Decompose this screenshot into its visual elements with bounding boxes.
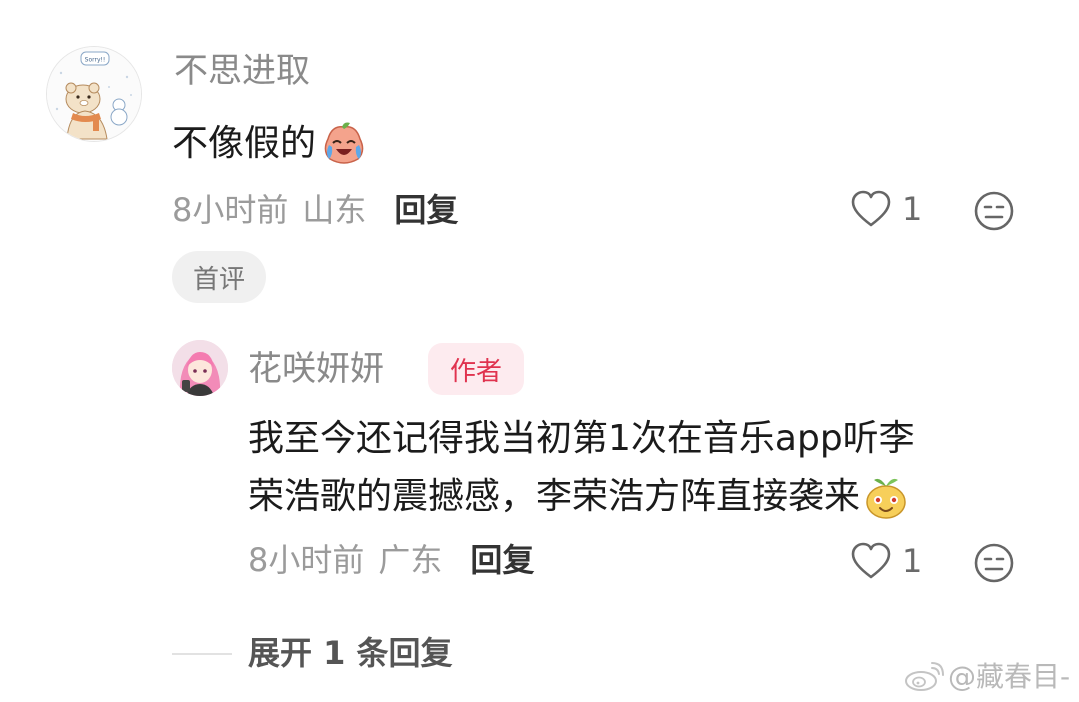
weibo-logo-icon [904, 662, 944, 692]
comment-like-count: 1 [902, 190, 923, 228]
dislike-icon[interactable] [973, 190, 1015, 232]
anime-girl-avatar-illustration [172, 340, 228, 396]
replier-username[interactable]: 花咲妍妍 [248, 352, 384, 386]
replier-avatar[interactable] [172, 340, 228, 396]
reply-text-line-2-row: 荣浩歌的震撼感，李荣浩方阵直接袭来 [248, 474, 908, 520]
weibo-watermark: @藏春目- [904, 662, 1070, 692]
heart-icon [850, 542, 892, 580]
avatar-caption: Sorry!! [85, 57, 106, 64]
smiling-sprout-emoji-icon [864, 474, 908, 520]
watermark-text: @藏春目- [948, 660, 1071, 693]
comment-time: 8小时前 [172, 191, 289, 229]
reply-text-line-2: 荣浩歌的震撼感，李荣浩方阵直接袭来 [248, 476, 861, 517]
reply-location: 广东 [378, 541, 443, 579]
comment-text: 不像假的 [172, 123, 317, 164]
heart-icon [850, 190, 892, 228]
comment-body: 不像假的 [172, 121, 368, 167]
expand-replies-button[interactable]: 展开 1 条回复 [248, 637, 453, 669]
dislike-icon[interactable] [973, 542, 1015, 584]
commenter-username[interactable]: 不思进取 [174, 54, 310, 88]
reply-like-count: 1 [902, 542, 923, 580]
expand-divider [172, 653, 232, 655]
comment-like-button[interactable]: 1 [850, 190, 922, 228]
comment-location: 山东 [302, 191, 367, 229]
comment-meta: 8小时前 山东 回复 [172, 194, 458, 226]
reply-meta: 8小时前 广东 回复 [248, 544, 534, 576]
crying-laughing-peach-emoji-icon [320, 121, 368, 167]
reply-time: 8小时前 [248, 541, 365, 579]
reply-like-button[interactable]: 1 [850, 542, 922, 580]
comment-reply-button[interactable]: 回复 [394, 194, 458, 226]
commenter-avatar[interactable]: Sorry!! [46, 46, 142, 142]
bear-avatar-illustration: Sorry!! [47, 47, 141, 141]
reply-reply-button[interactable]: 回复 [470, 544, 534, 576]
author-badge: 作者 [428, 343, 524, 395]
first-comment-badge: 首评 [172, 251, 266, 303]
reply-text-line-1: 我至今还记得我当初第1次在音乐app听李 [248, 418, 915, 459]
